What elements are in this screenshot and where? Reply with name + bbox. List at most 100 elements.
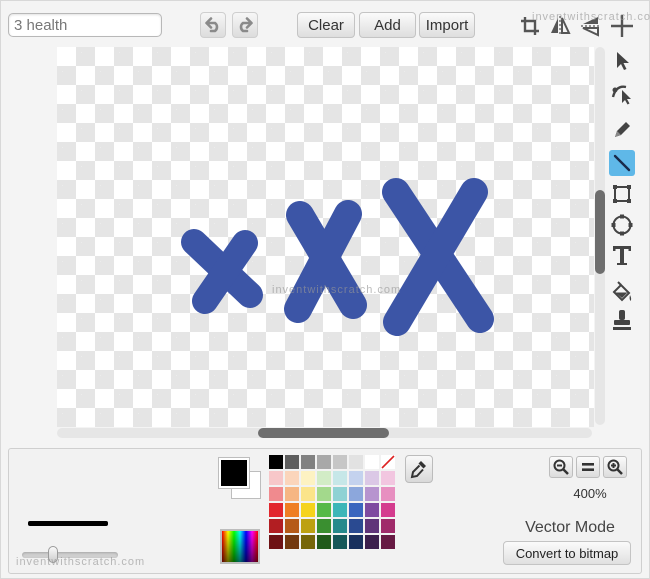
brush-size-slider[interactable] — [22, 552, 118, 558]
palette-swatch[interactable] — [333, 487, 347, 501]
palette-swatch[interactable] — [301, 535, 315, 549]
palette-swatch[interactable] — [365, 519, 379, 533]
palette-swatch[interactable] — [349, 487, 363, 501]
palette-swatch[interactable] — [365, 487, 379, 501]
palette-swatch[interactable] — [301, 471, 315, 485]
palette-swatch[interactable] — [333, 519, 347, 533]
ellipse-icon — [611, 214, 633, 236]
palette-swatch[interactable] — [365, 471, 379, 485]
vertical-scrollbar-thumb[interactable] — [595, 190, 605, 274]
palette-swatch[interactable] — [381, 487, 395, 501]
crop-button[interactable] — [516, 12, 544, 40]
brush-size-slider-knob[interactable] — [48, 546, 58, 563]
palette-swatch[interactable] — [381, 535, 395, 549]
redo-icon — [239, 17, 253, 33]
palette-swatch[interactable] — [285, 455, 299, 469]
palette-swatch[interactable] — [349, 471, 363, 485]
clear-button[interactable]: Clear — [297, 12, 355, 38]
x-shape-large[interactable] — [382, 178, 494, 336]
palette-swatch[interactable] — [269, 519, 283, 533]
text-tool[interactable] — [609, 242, 635, 268]
drawing-canvas[interactable] — [57, 47, 594, 427]
palette-swatch[interactable] — [333, 503, 347, 517]
costume-name-input[interactable] — [8, 13, 162, 37]
select-tool[interactable] — [609, 48, 635, 74]
color-palette — [269, 455, 395, 549]
stamp-icon — [613, 310, 631, 330]
zoom-reset-button[interactable] — [576, 456, 600, 478]
ellipse-tool[interactable] — [609, 212, 635, 238]
rectangle-icon — [613, 185, 631, 203]
palette-swatch[interactable] — [285, 519, 299, 533]
reshape-icon — [611, 85, 631, 105]
palette-swatch[interactable] — [381, 503, 395, 517]
palette-swatch[interactable] — [381, 519, 395, 533]
eyedropper-icon — [410, 461, 426, 479]
palette-swatch[interactable] — [269, 487, 283, 501]
set-center-icon — [611, 15, 633, 37]
palette-swatch-transparent[interactable] — [381, 455, 395, 469]
duplicate-tool[interactable] — [609, 307, 635, 333]
color-picker-square[interactable] — [220, 529, 260, 564]
paint-bucket-icon — [612, 281, 632, 302]
palette-swatch[interactable] — [301, 519, 315, 533]
palette-swatch[interactable] — [333, 471, 347, 485]
canvas-drawing — [181, 178, 494, 336]
palette-swatch[interactable] — [381, 471, 395, 485]
palette-swatch[interactable] — [301, 503, 315, 517]
eyedropper-button[interactable] — [405, 455, 433, 483]
fill-tool[interactable] — [609, 280, 635, 306]
import-button[interactable]: Import — [419, 12, 475, 38]
palette-swatch[interactable] — [349, 455, 363, 469]
convert-to-bitmap-button[interactable]: Convert to bitmap — [503, 541, 631, 565]
brush-size-preview — [28, 521, 108, 526]
x-shape-medium[interactable] — [284, 200, 367, 323]
mode-label: Vector Mode — [525, 519, 615, 536]
palette-swatch[interactable] — [349, 535, 363, 549]
palette-swatch[interactable] — [317, 487, 331, 501]
palette-swatch[interactable] — [269, 535, 283, 549]
rectangle-tool[interactable] — [609, 181, 635, 207]
palette-swatch[interactable] — [317, 503, 331, 517]
foreground-color-swatch[interactable] — [219, 458, 249, 488]
palette-swatch[interactable] — [285, 535, 299, 549]
palette-swatch[interactable] — [285, 503, 299, 517]
palette-swatch[interactable] — [333, 455, 347, 469]
flip-vertical-button[interactable] — [577, 12, 605, 40]
palette-swatch[interactable] — [365, 535, 379, 549]
palette-swatch[interactable] — [269, 503, 283, 517]
pencil-tool[interactable] — [609, 117, 635, 143]
palette-swatch[interactable] — [333, 535, 347, 549]
palette-swatch[interactable] — [317, 471, 331, 485]
palette-swatch[interactable] — [301, 455, 315, 469]
undo-button[interactable] — [200, 12, 226, 38]
zoom-out-icon — [553, 459, 569, 475]
x-shape-small[interactable] — [181, 229, 263, 314]
text-icon — [613, 246, 631, 265]
palette-swatch[interactable] — [317, 519, 331, 533]
arrow-icon — [617, 52, 629, 70]
reshape-tool[interactable] — [609, 80, 635, 106]
palette-swatch[interactable] — [365, 503, 379, 517]
palette-swatch[interactable] — [365, 455, 379, 469]
line-tool[interactable] — [609, 150, 635, 176]
zoom-in-button[interactable] — [603, 456, 627, 478]
palette-swatch[interactable] — [317, 455, 331, 469]
palette-swatch[interactable] — [349, 519, 363, 533]
palette-swatch[interactable] — [269, 455, 283, 469]
zoom-reset-icon — [582, 463, 594, 471]
flip-horizontal-button[interactable] — [546, 12, 574, 40]
palette-swatch[interactable] — [317, 535, 331, 549]
palette-swatch[interactable] — [285, 487, 299, 501]
palette-swatch[interactable] — [301, 487, 315, 501]
zoom-level: 400% — [573, 486, 607, 501]
add-button[interactable]: Add — [359, 12, 416, 38]
palette-swatch[interactable] — [269, 471, 283, 485]
palette-swatch[interactable] — [285, 471, 299, 485]
zoom-out-button[interactable] — [549, 456, 573, 478]
pencil-icon — [615, 122, 630, 137]
horizontal-scrollbar-thumb[interactable] — [258, 428, 389, 438]
redo-button[interactable] — [232, 12, 258, 38]
palette-swatch[interactable] — [349, 503, 363, 517]
set-center-button[interactable] — [608, 12, 636, 40]
